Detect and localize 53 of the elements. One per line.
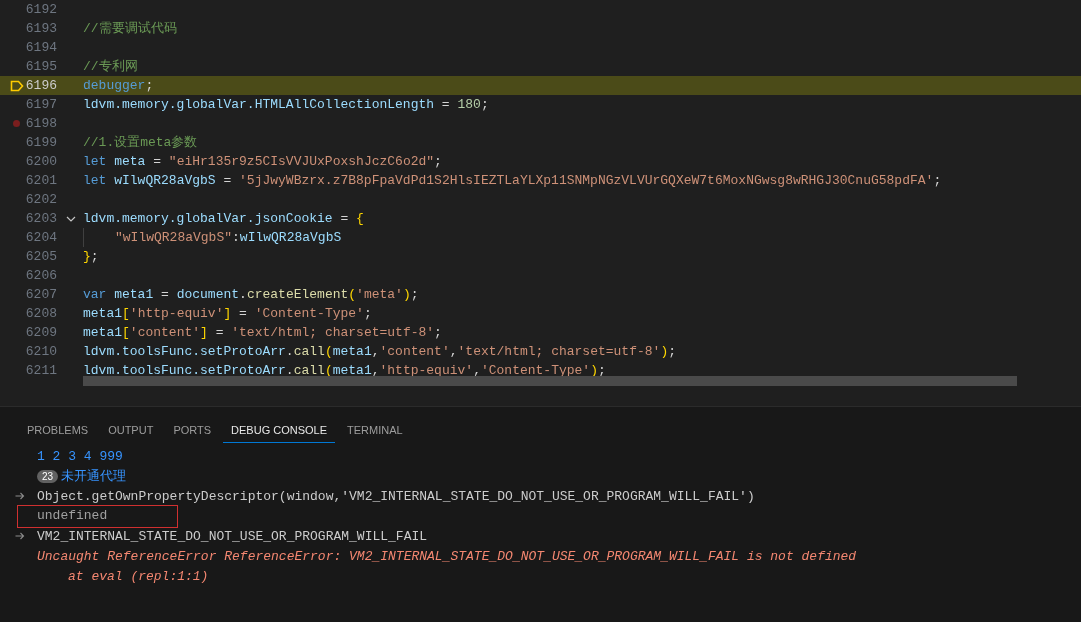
console-text: Uncaught ReferenceError ReferenceError: VM2_INTERNAL_STATE_DO_NOT_USE_OR_PROGRAM_WILL_FAIL is not defined	[37, 548, 857, 564]
panel-tab[interactable]: OUTPUT	[100, 424, 162, 443]
code-line: debugger;	[83, 77, 154, 95]
code-line: let wIlwQR28aVgbS = '5jJwyWBzrx.z7B8pFpaVdPd1S2HlsIEZTLaYLXp11SNMpNGzVLVUrGQXeW7t6MoxNGwsg8wRHGJ30CnuG58pdFA';	[83, 172, 942, 190]
panel-tab[interactable]: PORTS	[165, 424, 220, 443]
code-line: meta1['content'] = 'text/html; charset=utf-8';	[83, 324, 442, 342]
code-line: meta1['http-equiv'] = 'Content-Type';	[83, 305, 372, 323]
code-line: var meta1 = document.createElement('meta');	[83, 286, 419, 304]
line-number: 6197	[25, 96, 57, 114]
console-text: VM2_INTERNAL_STATE_DO_NOT_USE_OR_PROGRAM_WILL_FAIL	[37, 528, 428, 544]
line-number: 6200	[25, 153, 57, 171]
line-number: 6202	[25, 191, 57, 209]
code-line: "wIlwQR28aVgbS":wIlwQR28aVgbS	[115, 229, 342, 247]
line-number: 6192	[25, 1, 57, 19]
line-number: 6205	[25, 248, 57, 266]
line-number: 6206	[25, 267, 57, 285]
line-number: 6199	[25, 134, 57, 152]
line-number: 6196	[25, 77, 57, 95]
line-number: 6203	[25, 210, 57, 228]
line-number: 6209	[25, 324, 57, 342]
panel-tab[interactable]: PROBLEMS	[19, 424, 97, 443]
panel-tab[interactable]: DEBUG CONSOLE	[223, 424, 336, 443]
line-number: 6210	[25, 343, 57, 361]
line-number: 6198	[25, 115, 57, 133]
code-line: //专利网	[83, 58, 138, 76]
code-line: ldvm.toolsFunc.setProtoArr.call(meta1,'content','text/html; charset=utf-8');	[83, 343, 676, 361]
console-text: at eval (repl:1:1)	[67, 568, 209, 584]
horizontal-scrollbar[interactable]	[83, 376, 1017, 386]
line-number: 6208	[25, 305, 57, 323]
line-number: 6204	[25, 229, 57, 247]
line-number: 6201	[25, 172, 57, 190]
line-number: 6207	[25, 286, 57, 304]
chevron-icon[interactable]	[66, 214, 76, 224]
line-number: 6195	[25, 58, 57, 76]
code-line: };	[83, 248, 99, 266]
repeat-count-badge: 23	[37, 469, 59, 483]
console-text: 未开通代理	[61, 468, 127, 485]
console-text: 1 2 3 4 999	[37, 448, 123, 464]
code-editor[interactable]	[0, 0, 1081, 407]
panel-tab[interactable]: TERMINAL	[339, 424, 411, 443]
code-line: ldvm.memory.globalVar.HTMLAllCollectionLength = 180;	[83, 96, 489, 114]
code-line: let meta = "eiHr135r9z5CIsVVJUxPoxshJczC6o2d";	[83, 153, 442, 171]
code-line: ldvm.memory.globalVar.jsonCookie = {	[83, 210, 364, 228]
code-line: //1.设置meta参数	[83, 134, 198, 152]
console-text: undefined	[18, 505, 178, 527]
arrow-icon	[15, 492, 25, 500]
code-line: //需要调试代码	[83, 20, 177, 38]
arrow-icon	[15, 532, 25, 540]
line-number: 6211	[25, 362, 57, 380]
line-number: 6194	[25, 39, 57, 57]
breakpoint-dot[interactable]	[13, 120, 20, 127]
console-text: Object.getOwnPropertyDescriptor(window,'VM2_INTERNAL_STATE_DO_NOT_USE_OR_PROGRAM_WILL_FAIL')	[37, 488, 755, 504]
line-number: 6193	[25, 20, 57, 38]
